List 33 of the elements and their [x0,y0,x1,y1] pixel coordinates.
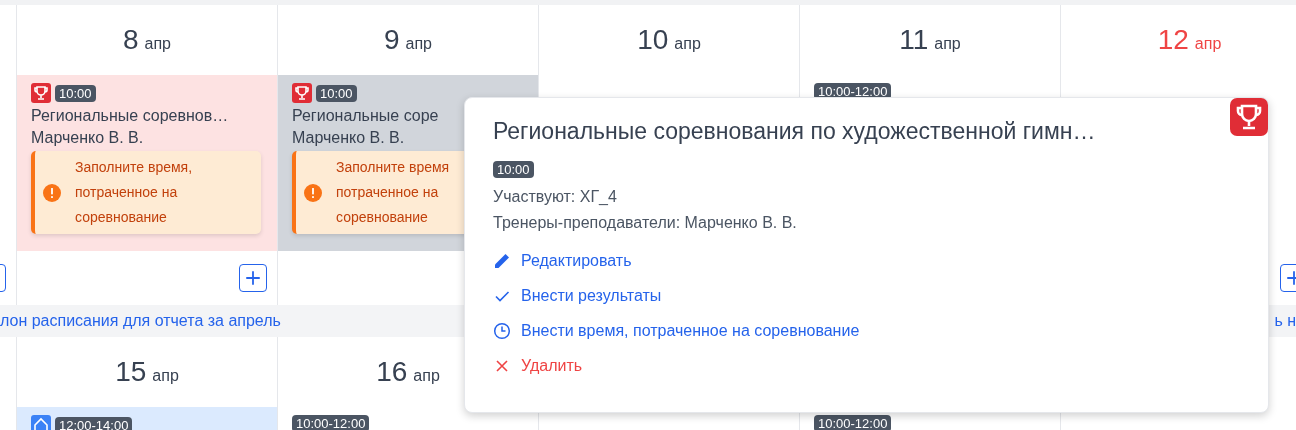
time-badge: 10:00 [493,161,534,178]
action-link[interactable]: Редактировать [493,252,632,270]
day-number: 10 [637,24,669,56]
month-label: апр [934,34,961,53]
day-number: 8 [122,24,139,56]
month-label: апр [144,34,171,53]
day-number: 9 [383,24,400,56]
day-number: 11 [899,24,929,56]
day-number: 15 [115,356,147,388]
month-label: апр [405,34,432,53]
month-label: апр [413,366,440,385]
time-badge: 12:00-14:00 [55,416,133,430]
trainer-name: Марченко В. В. [31,129,145,147]
event-card[interactable]: 12:00-14:00 [17,407,277,430]
warning-text: Заполните время, потраченное на соревнование [75,158,193,227]
month-label: апр [152,366,179,385]
event-card[interactable]: 10:00 Региональные соревнов… Марченко В. В. Заполните время, потраченное на соревнование [17,75,277,251]
time-badge: 10:00-12:00 [814,415,892,430]
day-number: 16 [376,356,408,388]
month-label: апр [674,34,701,53]
event-title: Региональные соревнов… [31,107,230,125]
fill-link[interactable]: ь н [1274,312,1296,330]
day-number: 12 [1157,24,1189,56]
action-link[interactable]: Удалить [493,357,583,375]
month-label: апр [1194,34,1222,53]
warning-text: Заполните время потраченное на соревнование [336,158,450,227]
time-badge: 10:00-12:00 [292,415,370,430]
time-badge: 10:00 [55,84,96,102]
time-badge: 10:00 [316,84,357,102]
event-title: Региональные соре [292,107,440,125]
action-link[interactable]: Внести результаты [493,287,662,305]
action-link[interactable]: Внести время, потраченное на соревнование [493,322,860,340]
template-link[interactable]: лон расписания для отчета за апрель [0,312,281,330]
